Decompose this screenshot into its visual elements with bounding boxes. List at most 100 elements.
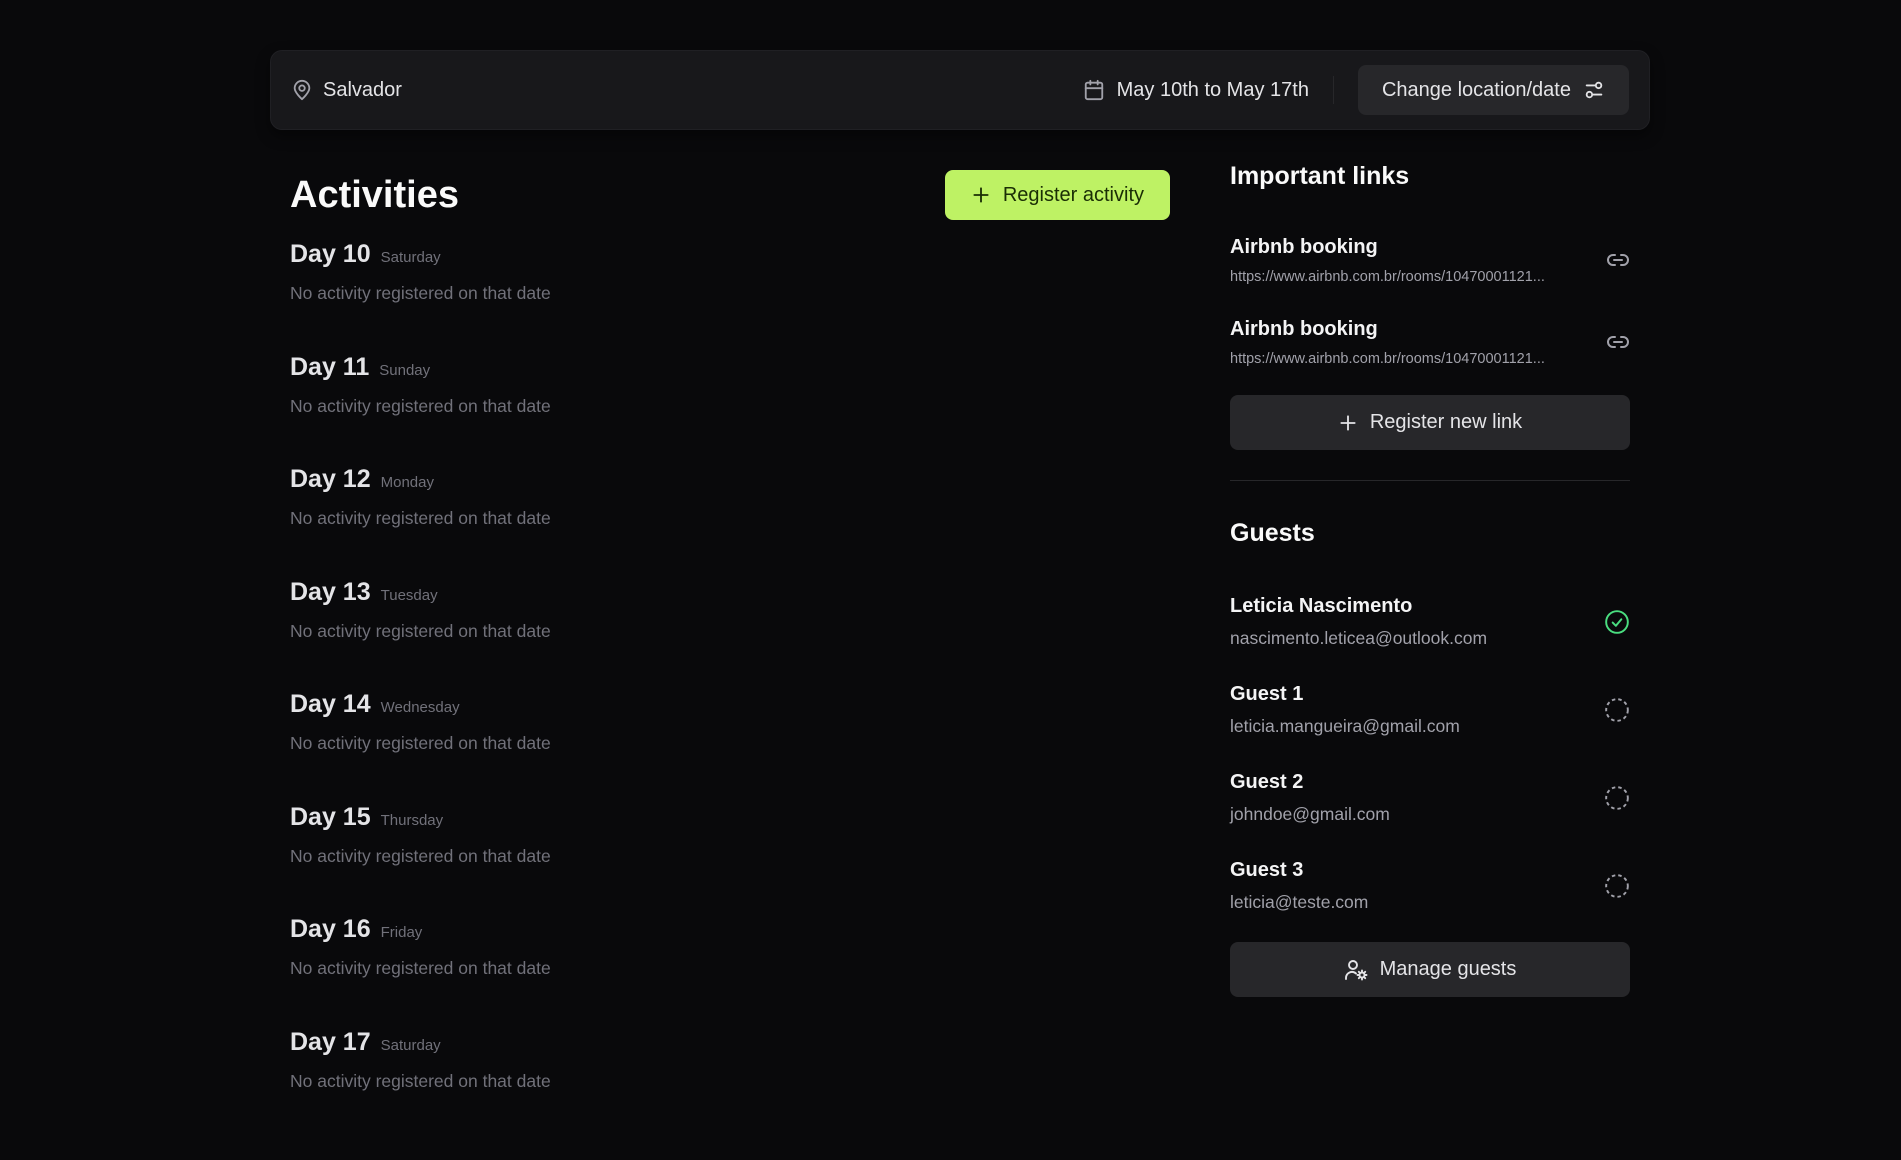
day-title: Day 11 — [290, 352, 370, 381]
activities-section: Activities Register activity Day 10 Satu… — [290, 170, 1170, 1140]
date-range-text: May 10th to May 17th — [1116, 78, 1309, 101]
guest-email: johndoe@gmail.com — [1230, 804, 1390, 824]
link-list: Airbnb booking https://www.airbnb.com.br… — [1230, 219, 1630, 383]
change-location-date-button[interactable]: Change location/date — [1357, 65, 1629, 115]
guest-item: Leticia Nascimento nascimento.leticea@ou… — [1230, 578, 1630, 666]
trip-details-page: Salvador May 10th to May 17th Change loc… — [270, 50, 1650, 1091]
guest-texts: Leticia Nascimento nascimento.leticea@ou… — [1230, 595, 1487, 649]
day-empty-message: No activity registered on that date — [290, 283, 551, 303]
guest-texts: Guest 3 leticia@teste.com — [1230, 859, 1368, 913]
link-texts: Airbnb booking https://www.airbnb.com.br… — [1230, 318, 1580, 367]
link-name: Airbnb booking — [1230, 235, 1378, 258]
day-weekday: Thursday — [380, 811, 444, 829]
link-item: Airbnb booking https://www.airbnb.com.br… — [1230, 219, 1630, 301]
day-empty-message: No activity registered on that date — [290, 620, 551, 641]
link-item: Airbnb booking https://www.airbnb.com.br… — [1230, 301, 1630, 383]
day-header: Day 16 Friday — [290, 915, 1170, 944]
day-list: Day 10 Saturday No activity registered o… — [290, 240, 1170, 1140]
day-title: Day 10 — [290, 240, 371, 268]
circle-dashed-icon — [1604, 873, 1630, 899]
register-activity-button[interactable]: Register activity — [944, 170, 1170, 220]
day-header: Day 12 Monday — [290, 465, 1170, 494]
day-title: Day 16 — [290, 915, 371, 943]
guest-name: Leticia Nascimento — [1230, 595, 1413, 617]
day-item: Day 10 Saturday No activity registered o… — [290, 240, 1170, 353]
settings-sliders-icon — [1583, 79, 1605, 101]
guest-name: Guest 3 — [1230, 859, 1304, 881]
day-header: Day 14 Wednesday — [290, 690, 1170, 719]
important-links-title: Important links — [1230, 162, 1410, 190]
circle-dashed-icon — [1604, 697, 1630, 723]
section-divider — [1230, 480, 1630, 481]
activities-header: Activities Register activity — [290, 170, 1170, 220]
day-weekday: Tuesday — [380, 586, 438, 604]
day-weekday: Friday — [380, 924, 423, 941]
manage-guests-label: Manage guests — [1379, 958, 1517, 980]
day-empty-message: No activity registered on that date — [290, 395, 551, 416]
calendar-icon — [1083, 79, 1105, 101]
activities-title: Activities — [290, 173, 459, 216]
guest-email: leticia@teste.com — [1230, 892, 1369, 912]
day-title: Day 17 — [290, 1027, 371, 1056]
register-activity-label: Register activity — [1002, 183, 1144, 206]
day-header: Day 15 Thursday — [290, 803, 1170, 832]
day-header: Day 11 Sunday — [290, 353, 1170, 382]
day-empty-message: No activity registered on that date — [290, 845, 551, 866]
day-empty-message: No activity registered on that date — [290, 958, 551, 978]
guest-email: nascimento.leticea@outlook.com — [1230, 628, 1488, 648]
day-title: Day 12 — [290, 465, 371, 493]
plus-icon — [1338, 413, 1358, 433]
day-item: Day 14 Wednesday No activity registered … — [290, 690, 1170, 803]
day-item: Day 13 Tuesday No activity registered on… — [290, 578, 1170, 691]
link-name: Airbnb booking — [1230, 317, 1378, 340]
day-title: Day 13 — [290, 577, 371, 606]
day-item: Day 12 Monday No activity registered on … — [290, 465, 1170, 578]
guest-email: leticia.mangueira@gmail.com — [1230, 716, 1460, 736]
guest-texts: Guest 1 leticia.mangueira@gmail.com — [1230, 683, 1460, 737]
day-header: Day 10 Saturday — [290, 240, 1170, 269]
location-text: Salvador — [323, 78, 402, 101]
change-location-date-label: Change location/date — [1381, 78, 1571, 101]
day-weekday: Monday — [380, 474, 434, 491]
header-divider — [1332, 76, 1334, 104]
day-item: Day 16 Friday No activity registered on … — [290, 915, 1170, 1028]
link-texts: Airbnb booking https://www.airbnb.com.br… — [1230, 236, 1580, 285]
link-icon[interactable] — [1606, 330, 1630, 354]
link-url[interactable]: https://www.airbnb.com.br/rooms/10470001… — [1230, 351, 1580, 367]
register-new-link-button[interactable]: Register new link — [1230, 395, 1630, 450]
day-header: Day 13 Tuesday — [290, 578, 1170, 607]
day-title: Day 14 — [290, 690, 371, 718]
location-section: Salvador — [291, 79, 402, 102]
day-item: Day 17 Saturday No activity registered o… — [290, 1028, 1170, 1141]
guest-item: Guest 1 leticia.mangueira@gmail.com — [1230, 666, 1630, 754]
manage-guests-button[interactable]: Manage guests — [1230, 942, 1630, 997]
day-empty-message: No activity registered on that date — [290, 1070, 551, 1091]
day-item: Day 11 Sunday No activity registered on … — [290, 353, 1170, 466]
guest-item: Guest 2 johndoe@gmail.com — [1230, 754, 1630, 842]
map-pin-icon — [291, 79, 313, 101]
day-header: Day 17 Saturday — [290, 1028, 1170, 1057]
day-weekday: Saturday — [380, 1036, 441, 1054]
destination-date-header: Salvador May 10th to May 17th Change loc… — [270, 50, 1650, 130]
circle-check-icon — [1604, 609, 1630, 635]
circle-dashed-icon — [1604, 785, 1630, 811]
guests-title: Guests — [1230, 519, 1315, 547]
link-url[interactable]: https://www.airbnb.com.br/rooms/10470001… — [1230, 269, 1580, 285]
guest-texts: Guest 2 johndoe@gmail.com — [1230, 771, 1390, 825]
plus-icon — [971, 185, 991, 205]
link-icon[interactable] — [1606, 248, 1630, 272]
day-weekday: Saturday — [380, 249, 441, 266]
register-new-link-label: Register new link — [1369, 411, 1523, 433]
guest-name: Guest 1 — [1230, 683, 1304, 705]
date-section: May 10th to May 17th Change location/dat… — [1083, 65, 1629, 115]
day-item: Day 15 Thursday No activity registered o… — [290, 803, 1170, 916]
guest-name: Guest 2 — [1230, 771, 1304, 793]
user-cog-icon — [1344, 958, 1368, 982]
day-empty-message: No activity registered on that date — [290, 733, 551, 753]
day-title: Day 15 — [290, 802, 371, 831]
day-empty-message: No activity registered on that date — [290, 508, 551, 528]
day-weekday: Wednesday — [380, 699, 460, 716]
day-weekday: Sunday — [379, 361, 431, 379]
guest-item: Guest 3 leticia@teste.com — [1230, 842, 1630, 930]
sidebar: Important links Airbnb booking https://w… — [1230, 162, 1630, 997]
